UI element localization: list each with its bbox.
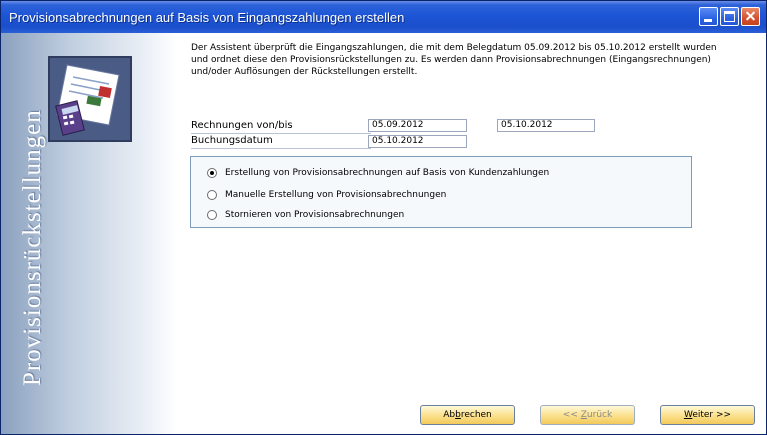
maximize-icon [724,11,735,22]
option-cancel-commission[interactable]: Stornieren von Provisionsabrechnungen [207,208,404,222]
next-label-post: eiter >> [692,410,732,420]
invoices-to-field[interactable]: 05.10.2012 [497,119,595,132]
radio-button[interactable] [207,210,217,220]
cancel-button[interactable]: Abbrechen [420,405,515,425]
window-title: Provisionsabrechnungen auf Basis von Ein… [9,10,405,25]
title-bar[interactable]: Provisionsabrechnungen auf Basis von Ein… [1,1,766,33]
posting-date-field[interactable]: 05.10.2012 [368,135,467,148]
maximize-button[interactable] [720,7,739,26]
next-button[interactable]: Weiter >> [660,405,755,425]
close-button[interactable] [741,7,760,26]
cancel-label-pre: Ab [443,410,456,420]
option-auto-commission[interactable]: Erstellung von Provisionsabrechnungen au… [207,166,549,180]
radio-button[interactable] [207,190,217,200]
option-manual-commission[interactable]: Manuelle Erstellung von Provisionsabrech… [207,188,446,202]
minimize-button[interactable] [699,7,718,26]
wizard-sidebar: Provisionsrückstellungen [1,33,177,434]
radio-button-checked[interactable] [207,168,217,178]
option-label: Stornieren von Provisionsabrechnungen [225,210,405,220]
option-label: Manuelle Erstellung von Provisionsabrech… [225,190,447,200]
sidebar-vertical-title: Provisionsrückstellungen [19,109,46,386]
close-icon [742,8,759,25]
invoices-range-label: Rechnungen von/bis [191,119,371,134]
option-label: Erstellung von Provisionsabrechnungen au… [225,168,550,178]
minimize-icon [704,19,712,22]
wizard-window: Provisionsabrechnungen auf Basis von Ein… [0,0,767,435]
invoices-from-field[interactable]: 05.09.2012 [368,119,467,132]
back-label-pre: << [562,410,581,420]
cancel-label-post: rechen [460,410,492,420]
wizard-description: Der Assistent überprüft die Eingangszahl… [191,43,717,77]
back-label-post: urück [586,410,613,420]
posting-date-label: Buchungsdatum [191,134,371,149]
commission-document-icon [48,56,132,142]
back-button[interactable]: << Zurück [540,405,635,425]
